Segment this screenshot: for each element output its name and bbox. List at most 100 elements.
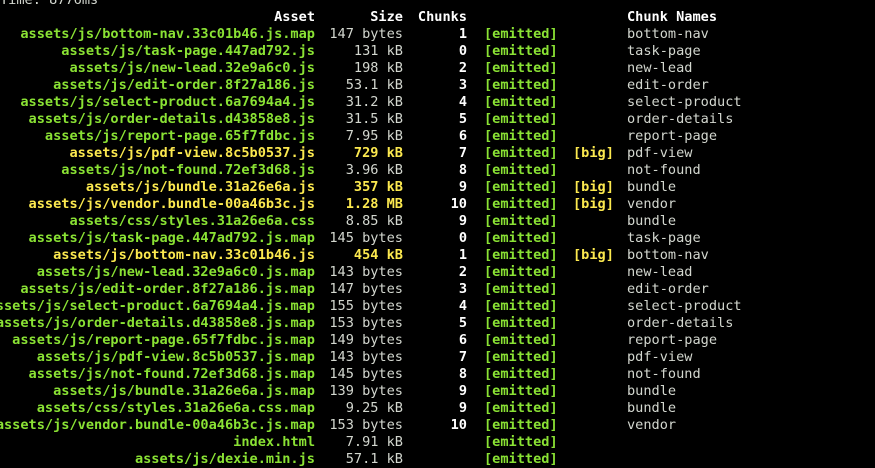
- chunk-id: 4: [458, 94, 467, 110]
- chunk-name: report-page: [627, 128, 718, 144]
- chunk-name: not-found: [627, 162, 701, 178]
- asset-size: 3.96 kB: [345, 162, 403, 178]
- asset-size: 8.85 kB: [345, 213, 403, 229]
- emitted-status: [emitted]: [484, 213, 558, 229]
- chunk-name: select-product: [627, 94, 742, 110]
- asset-name: assets/js/bundle.31a26e6a.js.map: [53, 383, 315, 399]
- table-row: assets/js/report-page.65f7fdbc.js 7.95 kB…: [0, 128, 875, 145]
- chunk-id: 3: [458, 281, 467, 297]
- chunk-name: pdf-view: [627, 349, 693, 365]
- table-row: assets/js/report-page.65f7fdbc.js.map 149…: [0, 332, 875, 349]
- chunk-id: 0: [458, 230, 467, 246]
- emitted-status: [emitted]: [484, 128, 558, 144]
- asset-size: 145 bytes: [329, 230, 403, 246]
- table-row: assets/js/bottom-nav.33c01b46.js.map 147 …: [0, 26, 875, 43]
- header-chunk-names: Chunk Names: [627, 9, 718, 25]
- emitted-status: [emitted]: [484, 349, 558, 365]
- table-row: assets/js/vendor.bundle-00a46b3c.js 1.28 …: [0, 196, 875, 213]
- emitted-status: [emitted]: [484, 315, 558, 331]
- chunk-name: bundle: [627, 179, 677, 195]
- terminal-output[interactable]: Time: 8776ms Asset Size Chunks Chunk Nam…: [0, 0, 875, 468]
- emitted-status: [emitted]: [484, 298, 558, 314]
- emitted-status: [emitted]: [484, 77, 558, 93]
- chunk-id: 8: [458, 162, 467, 178]
- asset-size: 357 kB: [353, 179, 403, 195]
- asset-size: 147 bytes: [329, 26, 403, 42]
- chunk-id: 2: [458, 264, 467, 280]
- asset-size: 729 kB: [353, 145, 403, 161]
- emitted-status: [emitted]: [484, 247, 558, 263]
- asset-size: 139 bytes: [329, 383, 403, 399]
- asset-name: assets/js/new-lead.32e9a6c0.js: [69, 60, 315, 76]
- chunk-name: edit-order: [627, 281, 709, 297]
- emitted-status: [emitted]: [484, 400, 558, 416]
- asset-size: 147 bytes: [329, 281, 403, 297]
- table-row: assets/js/edit-order.8f27a186.js 53.1 kB 3…: [0, 77, 875, 94]
- chunk-name: vendor: [627, 417, 677, 433]
- asset-name: assets/js/dexie.min.js: [134, 451, 315, 467]
- build-time-text: Time: 8776ms: [0, 0, 99, 8]
- chunk-name: order-details: [627, 111, 734, 127]
- table-row: assets/js/dexie.min.js 57.1 kB [emitted]: [0, 451, 875, 468]
- table-row: assets/js/bundle.31a26e6a.js.map 139 byte…: [0, 383, 875, 400]
- emitted-status: [emitted]: [484, 230, 558, 246]
- table-row: assets/js/edit-order.8f27a186.js.map 147 …: [0, 281, 875, 298]
- chunk-name: bundle: [627, 400, 677, 416]
- asset-name: assets/js/order-details.d43858e8.js.map: [0, 315, 315, 331]
- table-row: assets/css/styles.31a26e6a.css 8.85 kB 9 [e…: [0, 213, 875, 230]
- chunk-id: 3: [458, 77, 467, 93]
- asset-name: assets/css/styles.31a26e6a.css.map: [36, 400, 315, 416]
- big-flag: [big]: [573, 247, 614, 263]
- table-row: assets/js/task-page.447ad792.js.map 145 b…: [0, 230, 875, 247]
- asset-name: assets/js/pdf-view.8c5b0537.js.map: [36, 349, 315, 365]
- asset-name: assets/js/report-page.65f7fdbc.js.map: [12, 332, 315, 348]
- chunk-name: edit-order: [627, 77, 709, 93]
- chunk-id: 8: [458, 366, 467, 382]
- table-row: assets/js/select-product.6a7694a4.js.map…: [0, 298, 875, 315]
- asset-size: 7.95 kB: [345, 128, 403, 144]
- asset-size: 149 bytes: [329, 332, 403, 348]
- asset-name: assets/js/select-product.6a7694a4.js.map: [0, 298, 315, 314]
- asset-name: assets/js/new-lead.32e9a6c0.js.map: [36, 264, 315, 280]
- chunk-name: bottom-nav: [627, 247, 709, 263]
- chunk-name: pdf-view: [627, 145, 693, 161]
- chunk-name: order-details: [627, 315, 734, 331]
- chunk-name: bottom-nav: [627, 26, 709, 42]
- table-row: assets/css/styles.31a26e6a.css.map 9.25 k…: [0, 400, 875, 417]
- asset-size: 153 bytes: [329, 315, 403, 331]
- asset-name: assets/js/pdf-view.8c5b0537.js: [69, 145, 315, 161]
- asset-name: assets/js/bottom-nav.33c01b46.js: [53, 247, 315, 263]
- asset-size: 9.25 kB: [345, 400, 403, 416]
- asset-name: assets/js/report-page.65f7fdbc.js: [44, 128, 315, 144]
- emitted-status: [emitted]: [484, 383, 558, 399]
- emitted-status: [emitted]: [484, 417, 558, 433]
- asset-size: 155 bytes: [329, 298, 403, 314]
- chunk-name: task-page: [627, 43, 701, 59]
- asset-name: assets/js/edit-order.8f27a186.js: [53, 77, 315, 93]
- table-row: assets/js/not-found.72ef3d68.js 3.96 kB 8 […: [0, 162, 875, 179]
- big-flag: [big]: [573, 145, 614, 161]
- chunk-name: not-found: [627, 366, 701, 382]
- emitted-status: [emitted]: [484, 111, 558, 127]
- asset-size: 53.1 kB: [345, 77, 403, 93]
- table-row: assets/js/new-lead.32e9a6c0.js 198 kB 2 [em…: [0, 60, 875, 77]
- asset-name: assets/js/select-product.6a7694a4.js: [20, 94, 315, 110]
- asset-size: 31.2 kB: [345, 94, 403, 110]
- table-row: assets/js/order-details.d43858e8.js.map 1…: [0, 315, 875, 332]
- emitted-status: [emitted]: [484, 332, 558, 348]
- chunk-id: 6: [458, 332, 467, 348]
- emitted-status: [emitted]: [484, 60, 558, 76]
- chunk-id: 10: [450, 196, 467, 212]
- emitted-status: [emitted]: [484, 179, 558, 195]
- asset-name: assets/js/bottom-nav.33c01b46.js.map: [20, 26, 315, 42]
- chunk-id: 4: [458, 298, 467, 314]
- header-asset: Asset: [274, 9, 315, 25]
- asset-size: 1.28 MB: [345, 196, 403, 212]
- chunk-id: 2: [458, 60, 467, 76]
- header-chunks: Chunks: [417, 9, 467, 25]
- emitted-status: [emitted]: [484, 264, 558, 280]
- chunk-id: 5: [458, 111, 467, 127]
- chunk-id: 0: [458, 43, 467, 59]
- emitted-status: [emitted]: [484, 434, 558, 450]
- table-row: assets/js/new-lead.32e9a6c0.js.map 143 by…: [0, 264, 875, 281]
